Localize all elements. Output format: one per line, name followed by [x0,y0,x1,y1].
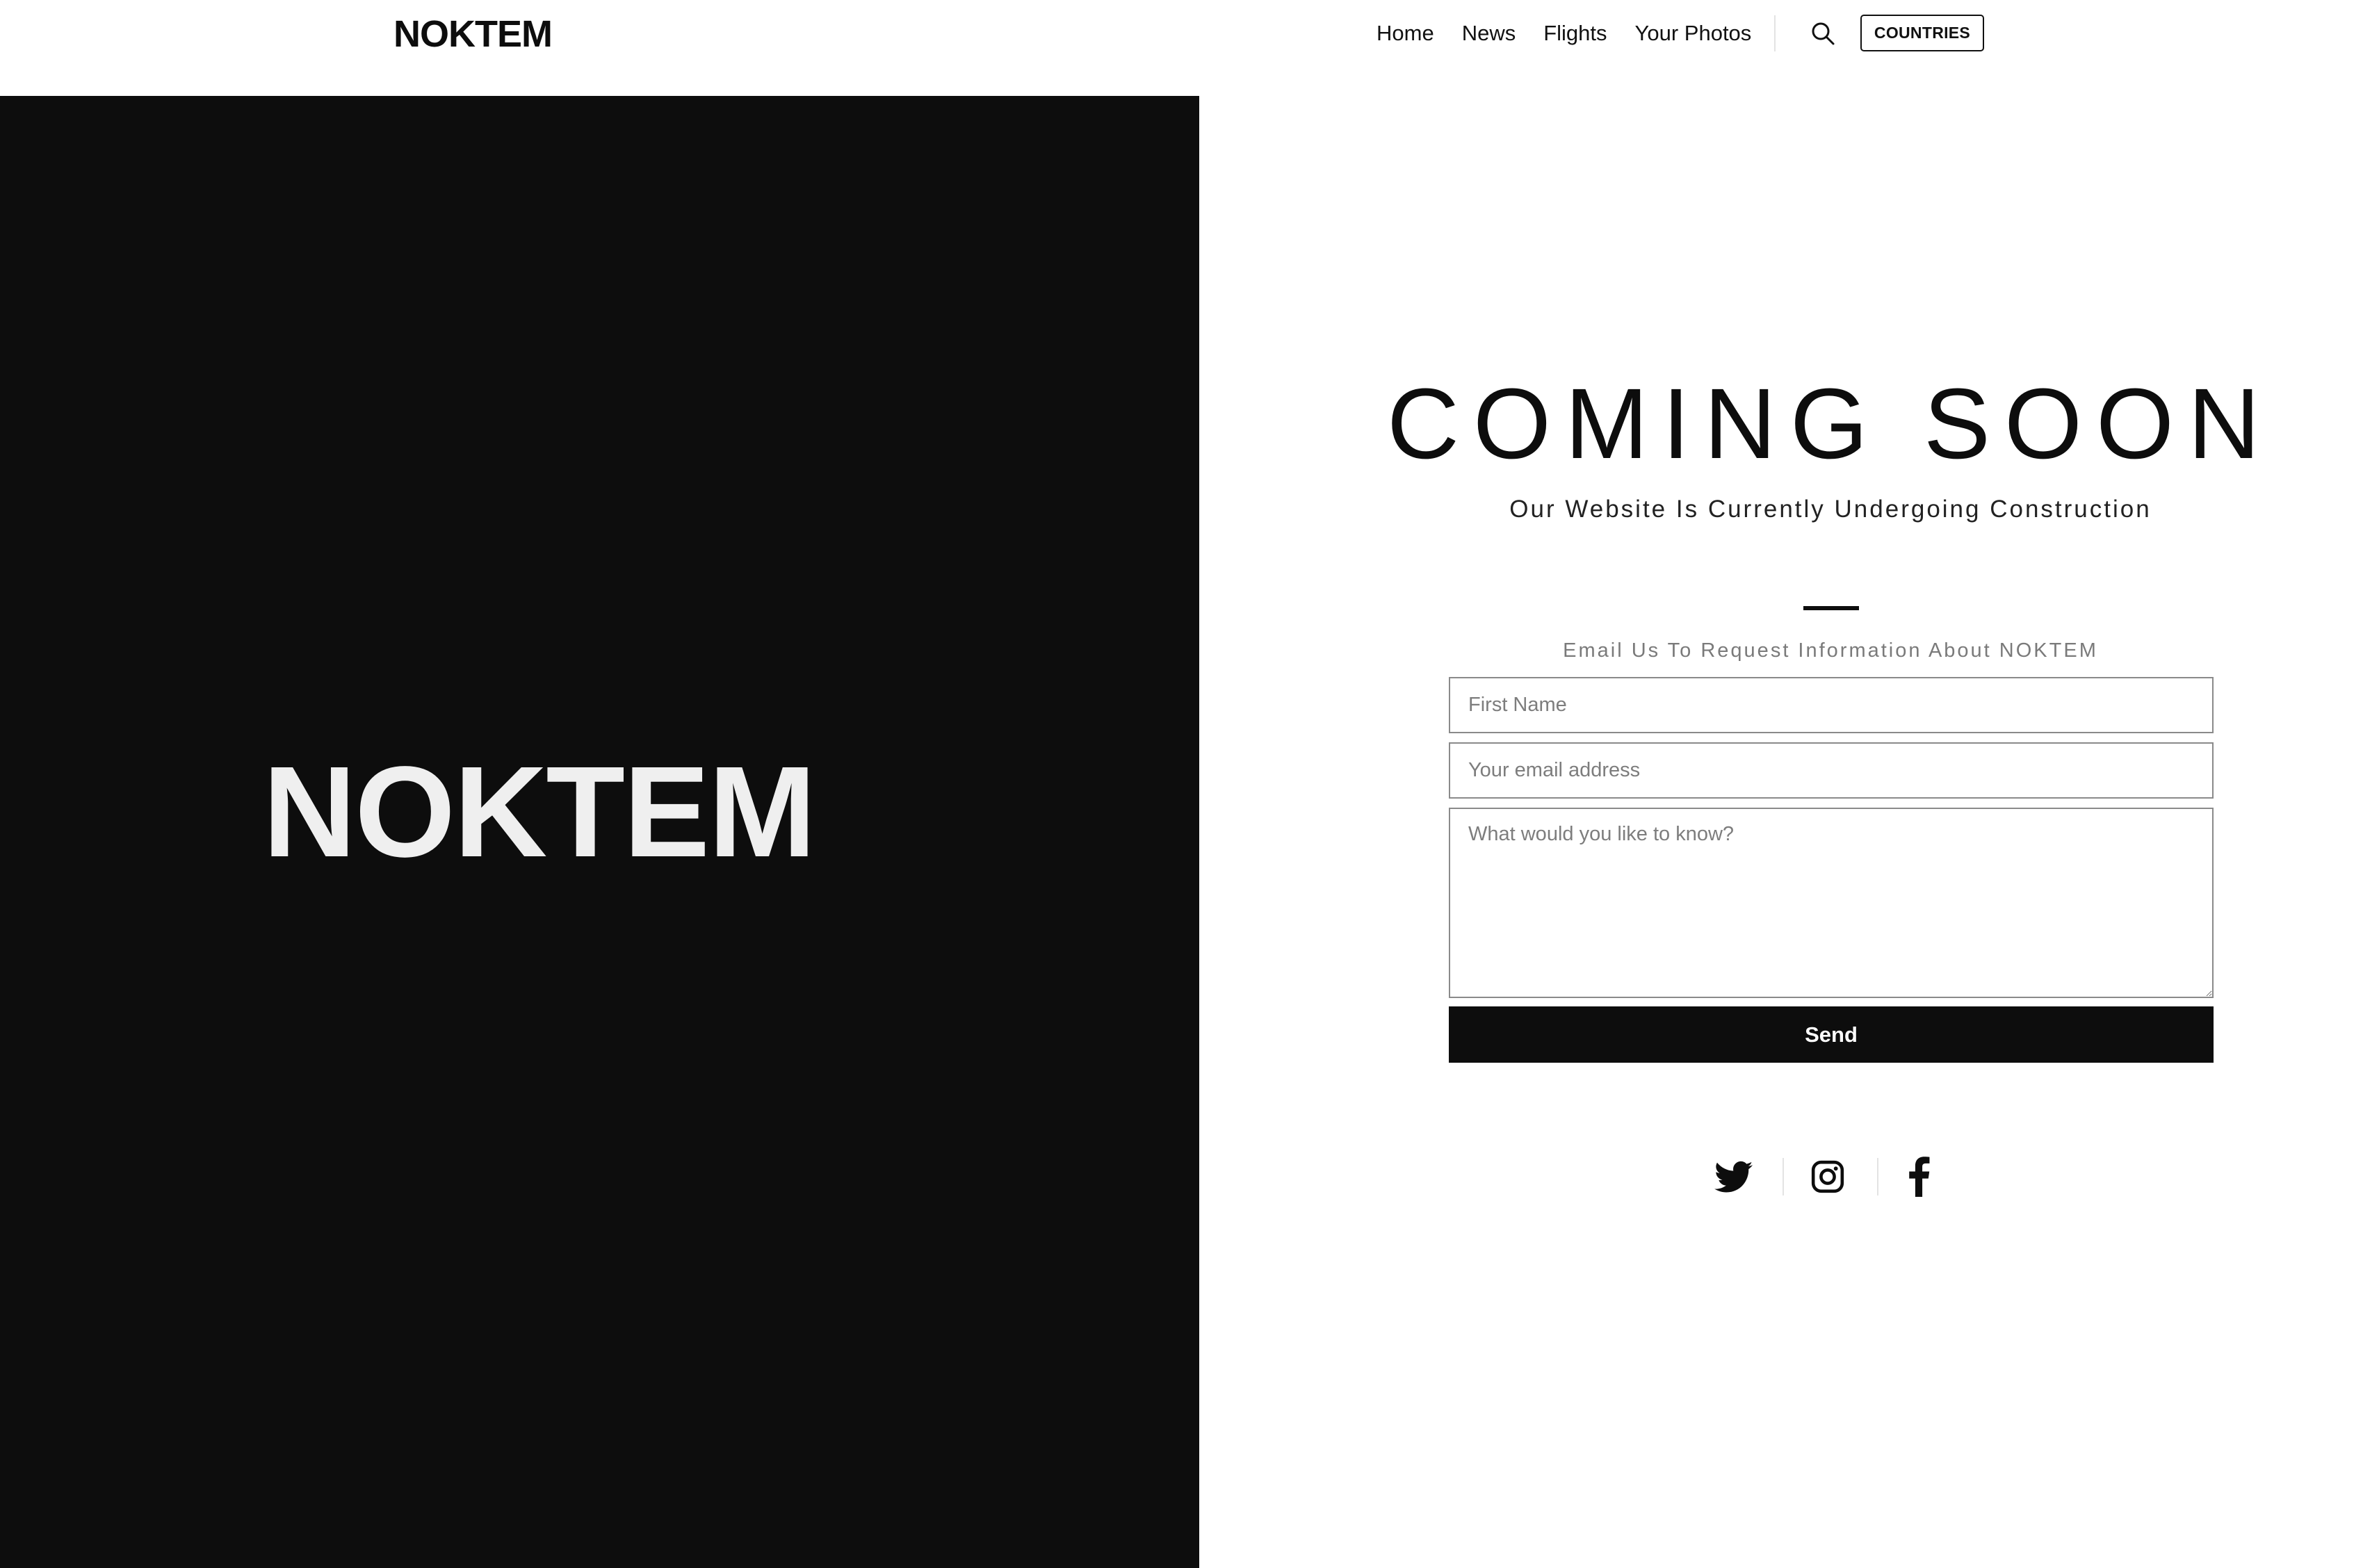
instagram-icon[interactable] [1810,1159,1845,1194]
nav-your-photos[interactable]: Your Photos [1635,17,1752,50]
search-icon[interactable] [1810,21,1835,46]
countries-button[interactable]: COUNTRIES [1860,15,1984,51]
site-logo[interactable]: NOKTEM [393,10,553,58]
email-prompt: Email Us To Request Information About NO… [1563,639,2098,662]
nav-divider [1774,15,1776,51]
social-divider [1783,1158,1784,1195]
site-header: NOKTEM Home News Flights Your Photos COU… [0,0,2379,96]
facebook-icon[interactable] [1906,1157,1931,1197]
coming-soon-title: COMING SOON [1386,368,2275,480]
nav-home[interactable]: Home [1377,17,1434,50]
nav-flights[interactable]: Flights [1543,17,1607,50]
nav-news[interactable]: News [1462,17,1516,50]
title-divider [1803,606,1859,610]
first-name-field[interactable] [1449,677,2214,733]
hero-brand: NOKTEM [263,740,816,884]
hero-panel: NOKTEM [0,96,1199,1568]
twitter-icon[interactable] [1714,1159,1753,1195]
page-subtitle: Our Website Is Currently Undergoing Cons… [1509,496,2152,523]
social-divider [1877,1158,1878,1195]
send-button[interactable]: Send [1449,1006,2214,1063]
main-nav: Home News Flights Your Photos [1377,17,1751,50]
email-field[interactable] [1449,742,2214,799]
message-field[interactable] [1449,808,2214,998]
